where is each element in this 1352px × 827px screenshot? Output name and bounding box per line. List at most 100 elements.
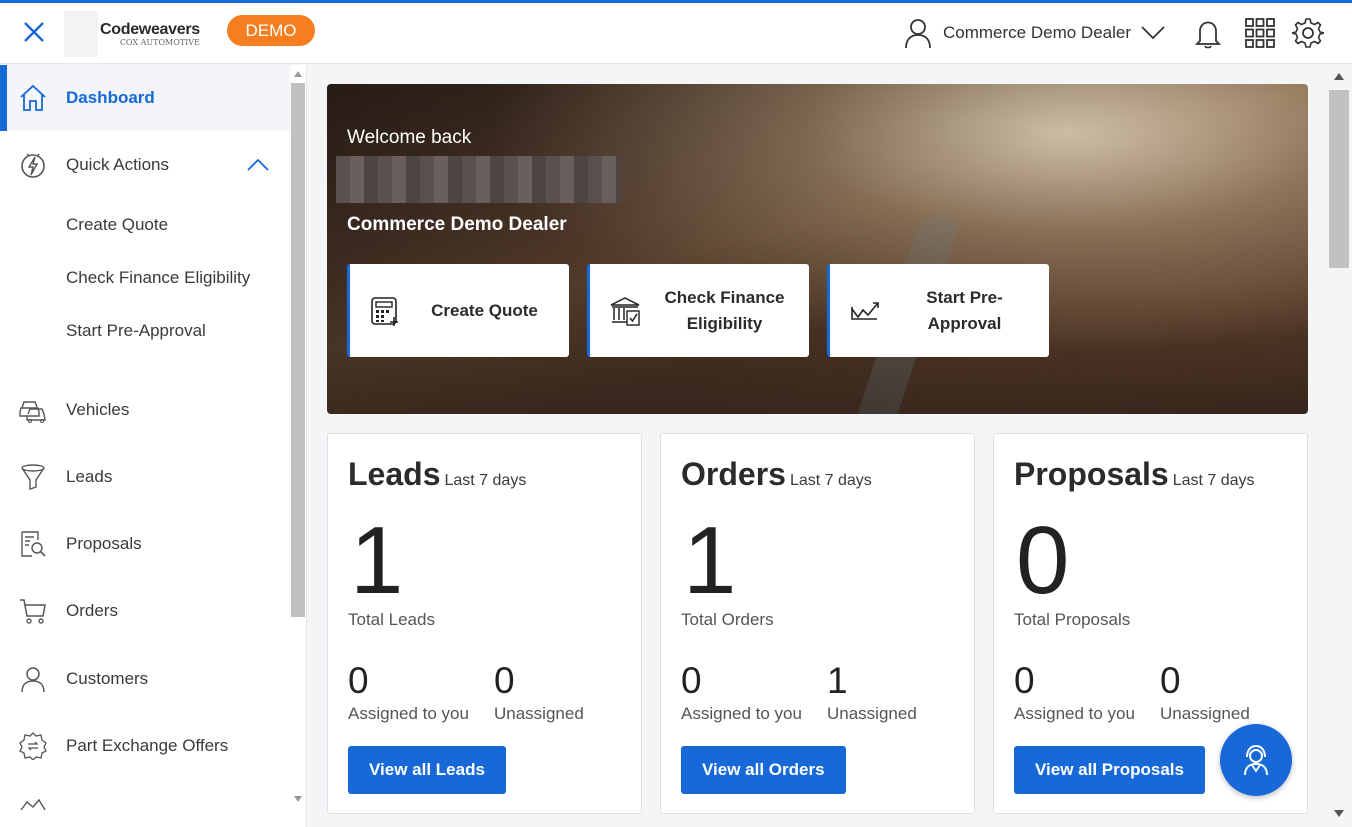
logo-mark (64, 11, 98, 57)
cars-icon (19, 396, 47, 424)
grid-icon (1245, 18, 1275, 48)
leads-card: Leads Last 7 days 1 Total Leads 0 Assigne… (327, 433, 642, 814)
sidebar-item-label: Dashboard (66, 88, 155, 107)
cart-icon (19, 597, 47, 625)
hero-check-finance-button[interactable]: Check Finance Eligibility (587, 264, 809, 357)
view-all-orders-button[interactable]: View all Orders (681, 746, 846, 794)
assigned-label: Assigned to you (1014, 704, 1135, 723)
unassigned-count: 1 (827, 660, 848, 701)
sidebar-scroll-up[interactable] (294, 71, 302, 77)
unassigned-label: Unassigned (494, 704, 584, 723)
apps-button[interactable] (1243, 16, 1277, 50)
brand-sub: COX AUTOMOTIVE (119, 38, 200, 47)
card-title-text: Orders (681, 456, 786, 492)
document-search-icon (19, 530, 47, 558)
orders-card: Orders Last 7 days 1 Total Orders 0 Assig… (660, 433, 975, 814)
sidebar-item-proposals[interactable]: Proposals (0, 518, 290, 570)
card-title: Leads Last 7 days (348, 456, 526, 493)
bank-icon (608, 294, 642, 328)
sidebar-item-label: Customers (66, 669, 149, 688)
support-chat-button[interactable] (1220, 724, 1292, 796)
account-menu[interactable]: Commerce Demo Dealer (903, 15, 1165, 51)
sidebar-item-orders[interactable]: Orders (0, 585, 290, 637)
sidebar: Dashboard Quick Actions Create Quote Che… (0, 65, 307, 827)
users-icon (19, 665, 47, 693)
sidebar-item-leads[interactable]: Leads (0, 451, 290, 503)
sidebar-item-label: Quick Actions (66, 155, 169, 174)
sidebar-item-label: Proposals (66, 534, 142, 553)
hero-action-label: Start Pre-Approval (926, 287, 1003, 333)
home-icon (19, 84, 47, 112)
hero-start-pre-approval-button[interactable]: Start Pre-Approval (827, 264, 1049, 357)
card-title: Orders Last 7 days (681, 456, 872, 493)
welcome-text: Welcome back (347, 127, 472, 148)
sidebar-item-customers[interactable]: Customers (0, 653, 290, 705)
total-count: 1 (683, 507, 737, 614)
hero-action-label: Create Quote (431, 300, 538, 320)
redacted-user-name (336, 156, 621, 203)
sidebar-item-quick-actions[interactable]: Quick Actions (0, 139, 290, 191)
account-name: Commerce Demo Dealer (943, 23, 1131, 42)
close-icon (24, 22, 44, 42)
unassigned-count: 0 (494, 660, 515, 701)
sidebar-item-part-exchange-offers[interactable]: Part Exchange Offers (0, 720, 290, 772)
bell-icon (1194, 21, 1222, 49)
sidebar-item-label: Leads (66, 467, 113, 486)
partial-menu-icon (19, 797, 47, 811)
close-menu-button[interactable] (19, 17, 49, 47)
card-period: Last 7 days (789, 472, 872, 489)
dealer-name: Commerce Demo Dealer (347, 214, 567, 235)
assigned-label: Assigned to you (681, 704, 802, 723)
total-label: Total Leads (348, 610, 435, 629)
assigned-label: Assigned to you (348, 704, 469, 723)
sidebar-scrollbar[interactable] (291, 83, 305, 617)
total-label: Total Proposals (1014, 610, 1131, 629)
quick-action-start-pre-approval[interactable]: Start Pre-Approval (66, 321, 206, 341)
assigned-count: 0 (348, 660, 369, 701)
card-title: Proposals Last 7 days (1014, 456, 1255, 493)
sidebar-item-label: Part Exchange Offers (66, 736, 229, 755)
hero-shade (327, 84, 1308, 414)
main-scroll-up[interactable] (1334, 73, 1344, 80)
total-count: 0 (1016, 507, 1070, 614)
assigned-count: 0 (681, 660, 702, 701)
sidebar-scroll-down[interactable] (294, 796, 302, 802)
unassigned-label: Unassigned (1160, 704, 1250, 723)
card-period: Last 7 days (1172, 472, 1255, 489)
unassigned-label: Unassigned (827, 704, 917, 723)
user-icon (905, 19, 931, 49)
lightning-icon (19, 151, 47, 179)
quick-action-create-quote[interactable]: Create Quote (66, 215, 168, 235)
notifications-button[interactable] (1191, 16, 1225, 50)
total-count: 1 (350, 507, 404, 614)
card-title-text: Leads (348, 456, 441, 492)
view-all-leads-button[interactable]: View all Leads (348, 746, 506, 794)
main-scrollbar-thumb[interactable] (1329, 90, 1349, 268)
sidebar-item-vehicles[interactable]: Vehicles (0, 384, 290, 436)
exchange-badge-icon (19, 732, 47, 760)
gear-icon (1292, 18, 1324, 48)
main-scroll-down[interactable] (1334, 810, 1344, 817)
calculator-icon (368, 294, 402, 328)
sidebar-item-label: Vehicles (66, 400, 130, 419)
total-label: Total Orders (681, 610, 774, 629)
demo-badge: DEMO (227, 15, 315, 46)
card-title-text: Proposals (1014, 456, 1169, 492)
chevron-up-icon (247, 159, 269, 171)
card-period: Last 7 days (444, 472, 527, 489)
welcome-hero: Welcome back Commerce Demo Dealer Create… (327, 84, 1308, 414)
view-all-proposals-button[interactable]: View all Proposals (1014, 746, 1205, 794)
quick-action-check-finance[interactable]: Check Finance Eligibility (66, 268, 250, 288)
sidebar-item-dashboard[interactable]: Dashboard (0, 65, 290, 131)
sidebar-item-label: Orders (66, 601, 118, 620)
brand-logo[interactable]: Codeweavers COX AUTOMOTIVE (100, 21, 200, 47)
hero-action-label: Check Finance Eligibility (664, 287, 785, 333)
unassigned-count: 0 (1160, 660, 1181, 701)
checkmark-chart-icon (848, 294, 882, 328)
top-bar: Codeweavers COX AUTOMOTIVE DEMO Commerce… (0, 0, 1352, 64)
brand-name: Codeweavers (100, 21, 200, 38)
support-agent-icon (1244, 744, 1268, 776)
hero-create-quote-button[interactable]: Create Quote (347, 264, 569, 357)
settings-button[interactable] (1291, 16, 1325, 50)
chevron-down-icon (1141, 26, 1165, 40)
